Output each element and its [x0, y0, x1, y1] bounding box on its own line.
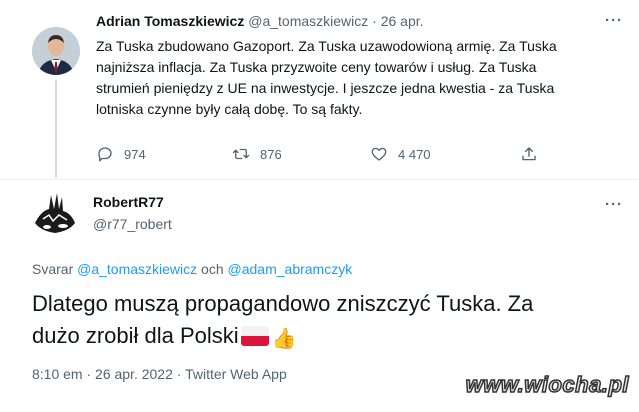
thumbs-up-icon: 👍 — [271, 328, 297, 350]
replying-to-and: och — [201, 261, 224, 277]
poland-flag-icon — [240, 326, 269, 346]
reply-button[interactable]: 974 — [96, 145, 146, 163]
tweet-text: Dlatego muszą propagandowo zniszczyć Tus… — [32, 288, 612, 355]
tweet-text-line: lotniska czynne były całą dobę. To są fa… — [96, 101, 363, 117]
user-handle[interactable]: @a_tomaszkiewicz — [248, 13, 368, 29]
like-icon — [371, 147, 387, 161]
tweet-text: Za Tuska zbudowano Gazoport. Za Tuska uz… — [96, 36, 616, 120]
retweet-button[interactable]: 876 — [232, 145, 282, 163]
thread-connector-line — [55, 80, 57, 178]
avatar[interactable] — [31, 189, 79, 237]
tweet-text-line: Za Tuska zbudowano Gazoport. Za Tuska uz… — [96, 38, 557, 54]
avatar[interactable] — [32, 27, 80, 75]
more-options-icon[interactable]: ··· — [605, 12, 623, 29]
reply-count: 974 — [124, 146, 146, 162]
retweet-icon — [232, 148, 250, 160]
display-name[interactable]: RobertR77 — [93, 194, 164, 210]
separator-dot: · — [372, 13, 377, 29]
watermark: www.wiocha.pl — [465, 371, 629, 398]
mention-link[interactable]: @a_tomaszkiewicz — [77, 261, 197, 277]
share-button[interactable] — [520, 145, 548, 163]
share-icon — [522, 147, 536, 161]
like-count: 4 470 — [398, 146, 431, 162]
retweet-count: 876 — [260, 146, 282, 162]
tweet-header: Adrian Tomaszkiewicz @a_tomaszkiewicz · … — [96, 13, 424, 29]
tweet-timestamp[interactable]: 8:10 em · 26 apr. 2022 · Twitter Web App — [32, 366, 287, 382]
like-button[interactable]: 4 470 — [370, 145, 431, 163]
more-options-icon[interactable]: ··· — [605, 196, 623, 213]
quoted-tweet[interactable]: Adrian Tomaszkiewicz @a_tomaszkiewicz · … — [0, 0, 639, 180]
display-name[interactable]: Adrian Tomaszkiewicz — [96, 13, 244, 29]
tweet-text-fragment: dużo zrobił dla Polski — [32, 323, 239, 348]
tweet-divider — [0, 179, 639, 180]
replying-to: Svarar @a_tomaszkiewicz och @adam_abramc… — [32, 261, 352, 277]
tweet-actions: 974 876 4 470 — [96, 145, 536, 165]
tweet-text-line: Dlatego muszą propagandowo zniszczyć Tus… — [32, 291, 534, 316]
user-handle[interactable]: @r77_robert — [93, 216, 172, 232]
tweet-text-line: najniższa inflacja. Za Tuska przyzwoite … — [96, 59, 537, 75]
reply-icon — [98, 147, 112, 162]
tweet-date[interactable]: 26 apr. — [381, 13, 424, 29]
mention-link[interactable]: @adam_abramczyk — [228, 261, 353, 277]
tweet-text-line-2: dużo zrobił dla Polski 👍 — [32, 320, 612, 355]
replying-to-label: Svarar — [32, 261, 74, 277]
tweet-text-line: strumień pieniędzy z UE na inwestycje. I… — [96, 80, 555, 96]
